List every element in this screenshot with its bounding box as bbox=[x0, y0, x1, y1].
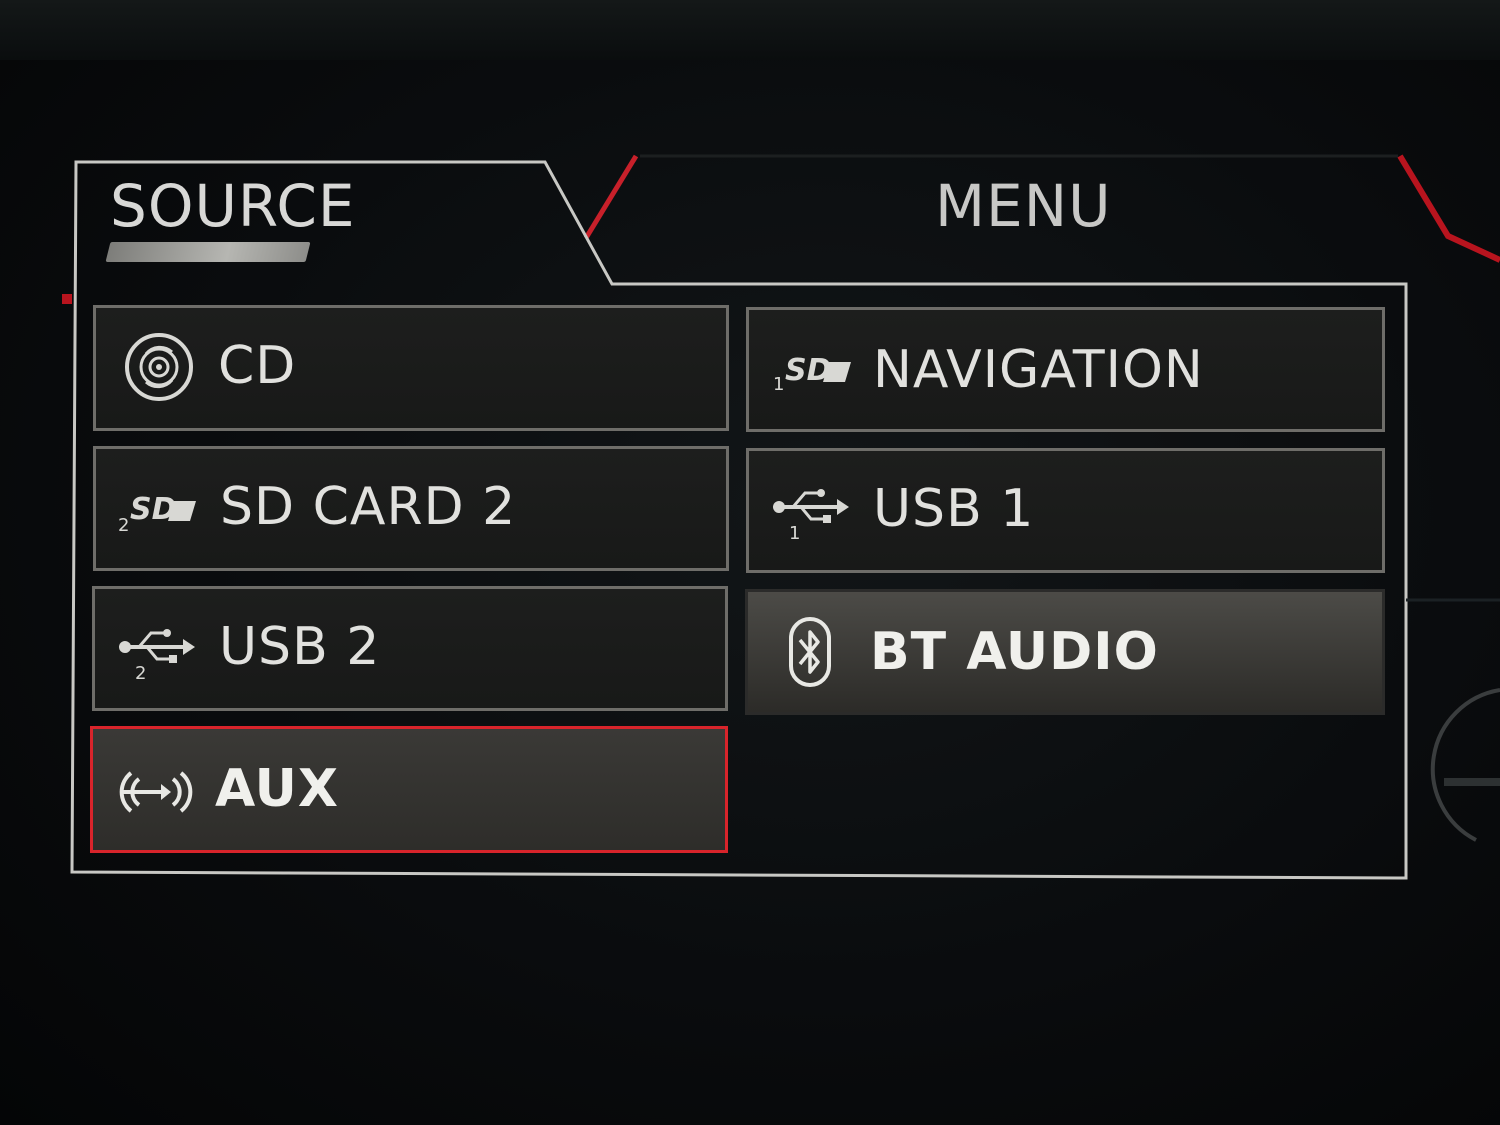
source-usb-2-button[interactable]: 2 USB 2 bbox=[92, 586, 728, 711]
frame-accent-mark bbox=[62, 294, 72, 304]
tab-source-active-indicator bbox=[105, 242, 311, 262]
svg-text:SD: SD bbox=[785, 353, 832, 388]
source-navigation-label: NAVIGATION bbox=[873, 340, 1204, 400]
side-knob-bar bbox=[1444, 778, 1500, 786]
infotainment-screen: SOURCE MENU CD 1 SD NAVIGATION 2 SD SD C… bbox=[0, 0, 1500, 1125]
source-bt-audio-button[interactable]: BT AUDIO bbox=[745, 589, 1385, 715]
aux-signal-icon bbox=[117, 763, 193, 821]
usb-1-icon: 1 bbox=[771, 485, 851, 541]
source-bt-audio-label: BT AUDIO bbox=[870, 622, 1159, 682]
svg-text:1: 1 bbox=[773, 374, 784, 395]
tab-accent-right bbox=[1397, 154, 1500, 263]
tab-source[interactable]: SOURCE bbox=[110, 172, 355, 240]
source-usb-1-label: USB 1 bbox=[873, 479, 1035, 539]
tab-accent-left bbox=[583, 154, 639, 240]
svg-text:2: 2 bbox=[118, 515, 129, 535]
svg-text:SD: SD bbox=[130, 492, 177, 527]
sd-card-1-icon: 1 SD bbox=[771, 348, 855, 396]
cd-disc-icon bbox=[124, 332, 194, 402]
source-navigation-button[interactable]: 1 SD NAVIGATION bbox=[746, 307, 1385, 432]
source-aux-label: AUX bbox=[215, 759, 339, 819]
source-cd-button[interactable]: CD bbox=[93, 305, 729, 431]
source-sd-card-2-label: SD CARD 2 bbox=[220, 477, 517, 537]
tab-menu[interactable]: MENU bbox=[935, 172, 1112, 240]
svg-text:1: 1 bbox=[789, 523, 800, 541]
source-cd-label: CD bbox=[218, 336, 297, 396]
bluetooth-icon bbox=[788, 616, 832, 688]
svg-text:2: 2 bbox=[135, 663, 146, 681]
source-sd-card-2-button[interactable]: 2 SD SD CARD 2 bbox=[93, 446, 729, 571]
usb-2-icon: 2 bbox=[117, 625, 197, 681]
sd-card-2-icon: 2 SD bbox=[116, 487, 200, 535]
source-usb-2-label: USB 2 bbox=[219, 617, 381, 677]
source-usb-1-button[interactable]: 1 USB 1 bbox=[746, 448, 1385, 573]
side-knob-arc bbox=[1430, 688, 1500, 842]
source-aux-button[interactable]: AUX bbox=[90, 726, 728, 853]
